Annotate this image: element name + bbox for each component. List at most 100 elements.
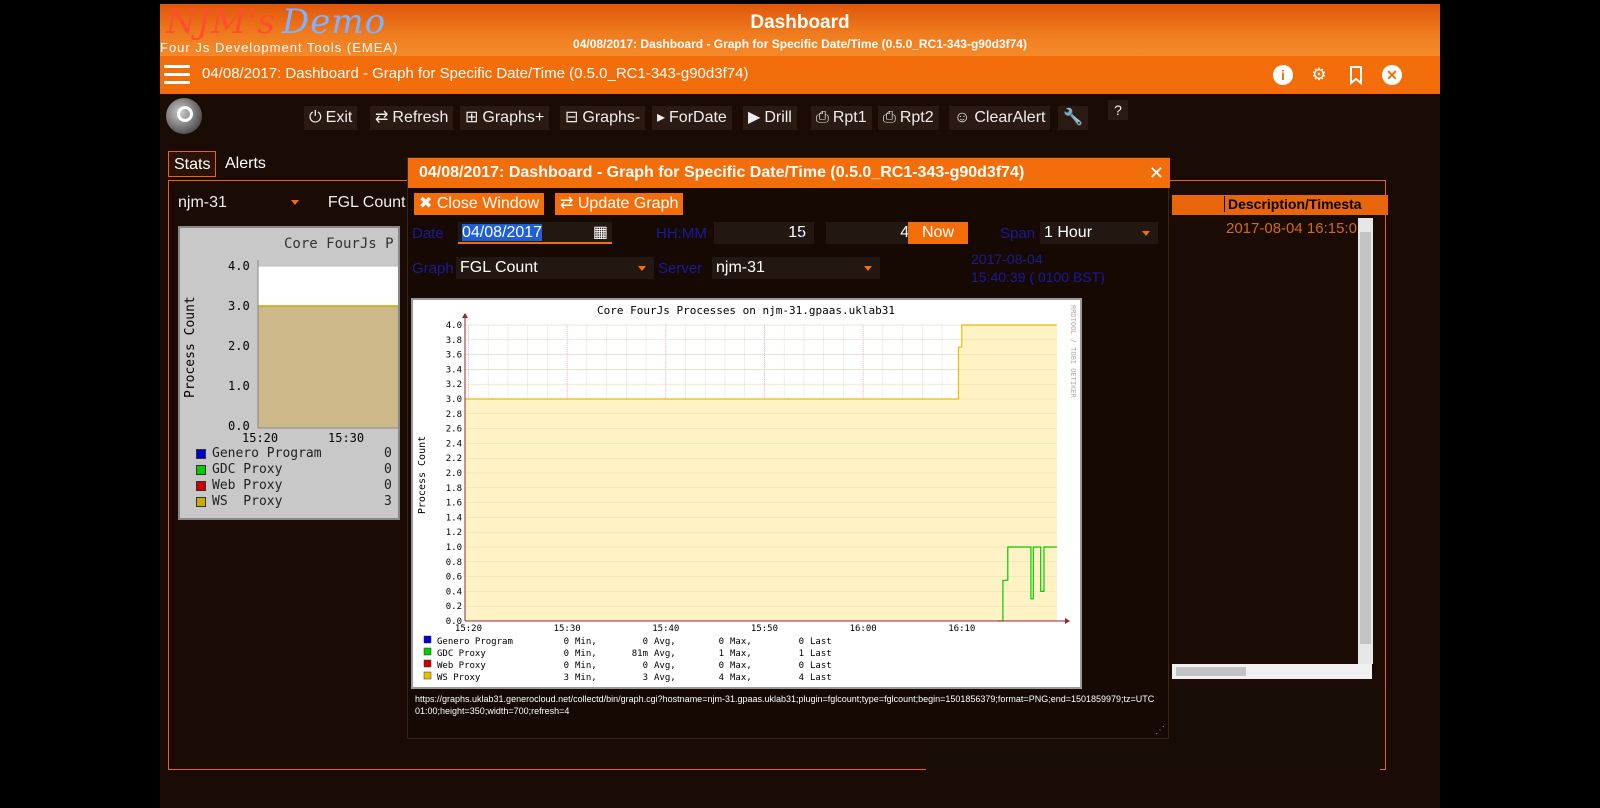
smile-icon: ☺ <box>954 109 971 126</box>
banner: NJM's Demo Four Js Development Tools (EME… <box>160 2 1440 56</box>
server-select[interactable]: njm-31 <box>712 257 880 279</box>
bg-xtick: 15:30 <box>328 431 364 445</box>
bg-ytick: 2.0 <box>228 339 250 353</box>
rpt2-button[interactable]: ⎙ Rpt2 <box>878 106 939 130</box>
graph-type-select[interactable]: FGL Count <box>328 194 406 211</box>
vertical-scrollbar[interactable] <box>1358 218 1373 664</box>
process-count-chart: 0.00.20.40.60.81.01.21.41.61.82.02.22.42… <box>417 304 1077 683</box>
graphs-plus-button[interactable]: ⊞ Graphs+ <box>460 106 550 130</box>
hour-input[interactable]: 15 <box>714 222 814 244</box>
x-tick-label: 16:00 <box>850 624 877 634</box>
bg-ytick: 1.0 <box>228 379 250 393</box>
x-icon: ✖ <box>419 195 437 212</box>
legend-swatch <box>423 647 432 656</box>
legend-swatch <box>196 496 206 507</box>
resize-handle-icon[interactable]: ⋰ <box>1155 725 1165 736</box>
legend-last: 4 <box>799 673 804 683</box>
legend-last-word: Last <box>810 661 832 671</box>
info-icon[interactable]: i <box>1273 65 1293 85</box>
y-tick-label: 0.8 <box>446 558 462 568</box>
dashboard-subtitle: 04/08/2017: Dashboard - Graph for Specif… <box>573 37 1027 51</box>
graph-url[interactable]: https://graphs.uklab31.generocloud.net/c… <box>415 693 1155 717</box>
wrench-icon[interactable]: 🔧 <box>1058 106 1088 130</box>
close-window-button[interactable]: ✖ Close Window <box>414 193 545 215</box>
legend-name: Web Proxy <box>437 661 486 671</box>
description-column-header[interactable]: Description/Timesta <box>1224 196 1362 212</box>
bg-legend-row: WS Proxy 3 <box>196 494 392 509</box>
legend-swatch <box>423 671 432 680</box>
exit-button[interactable]: ⏻ Exit <box>304 106 358 130</box>
legend-last-word: Last <box>810 649 832 659</box>
app-logo-icon <box>166 98 202 134</box>
printer-icon: ⎙ <box>816 109 829 126</box>
legend-swatch <box>196 448 206 459</box>
legend-max-word: Max, <box>730 649 752 659</box>
legend-last: 1 <box>799 649 804 659</box>
graphs-minus-button[interactable]: ⊟ Graphs- <box>560 106 646 130</box>
y-tick-label: 1.0 <box>446 543 462 553</box>
printer-icon: ⎙ <box>883 109 896 126</box>
arrows-icon: ⇄ <box>375 109 389 126</box>
legend-avg-word: Avg, <box>654 637 676 647</box>
tab-stats[interactable]: Stats <box>168 151 217 177</box>
power-icon: ⏻ <box>309 109 322 126</box>
legend-name: Genero Program <box>437 637 513 647</box>
hhmm-label: HH:MM <box>656 225 707 242</box>
modal-close-icon[interactable]: ✕ <box>1149 158 1164 188</box>
chevron-down-icon <box>864 266 872 271</box>
close-icon[interactable]: ✕ <box>1382 65 1402 85</box>
arrows-icon: ⇄ <box>560 195 578 212</box>
legend-min: 0 <box>564 649 569 659</box>
y-tick-label: 0.2 <box>446 602 462 612</box>
legend-avg: 81m <box>632 649 648 659</box>
bookmark-icon[interactable] <box>1346 65 1366 86</box>
bg-ylabel: Process Count <box>183 296 198 398</box>
tab-alerts[interactable]: Alerts <box>220 151 271 177</box>
legend-last: 0 <box>799 661 804 671</box>
server-select[interactable]: njm-31 FGL Count <box>178 194 405 212</box>
legend-swatch <box>196 480 206 491</box>
hamburger-menu-icon[interactable] <box>164 65 190 85</box>
minus-box-icon: ⊟ <box>565 109 579 126</box>
date-input[interactable]: 04/08/2017 ▦ <box>458 222 612 244</box>
refresh-button[interactable]: ⇄ Refresh <box>370 106 454 130</box>
bg-legend-row: Web Proxy 0 <box>196 478 392 493</box>
legend-swatch <box>196 464 206 475</box>
bg-legend-row: GDC Proxy 0 <box>196 462 392 477</box>
drill-button[interactable]: ▶ Drill <box>743 106 797 130</box>
rpt1-button[interactable]: ⎙ Rpt1 <box>811 106 872 130</box>
topbar-title: 04/08/2017: Dashboard - Graph for Specif… <box>202 65 749 82</box>
x-tick-label: 15:30 <box>554 624 581 634</box>
y-tick-label: 1.2 <box>446 528 462 538</box>
clearalert-button[interactable]: ☺ ClearAlert <box>949 106 1051 130</box>
gear-icon[interactable]: ⚙ <box>1309 65 1329 85</box>
y-tick-label: 0.6 <box>446 573 462 583</box>
fordate-button[interactable]: ▸ ForDate <box>652 106 732 130</box>
scroll-thumb[interactable] <box>1176 667 1246 676</box>
horizontal-scrollbar[interactable] <box>1172 664 1372 679</box>
legend-min-word: Min, <box>575 649 597 659</box>
span-select[interactable]: 1 Hour <box>1040 222 1158 244</box>
legend-max-word: Max, <box>730 637 752 647</box>
caret-right-icon: ▸ <box>657 109 666 126</box>
scroll-thumb[interactable] <box>1360 232 1371 644</box>
y-tick-label: 2.2 <box>446 454 462 464</box>
legend-last: 0 <box>799 637 804 647</box>
top-bar: 04/08/2017: Dashboard - Graph for Specif… <box>160 56 1440 94</box>
chevron-down-icon <box>638 266 646 271</box>
dashboard-title: Dashboard <box>750 12 850 33</box>
plus-box-icon: ⊞ <box>465 109 479 126</box>
legend-min: 3 <box>564 673 569 683</box>
graph-select[interactable]: FGL Count <box>456 257 654 279</box>
calendar-icon[interactable]: ▦ <box>593 222 608 244</box>
chevron-down-icon <box>1142 231 1150 236</box>
now-button[interactable]: Now <box>908 222 968 244</box>
help-button[interactable]: ? <box>1108 100 1128 120</box>
legend-max: 0 <box>719 637 724 647</box>
colon-label: : <box>800 225 805 242</box>
graph-image: 0.0 0.2 0.4 0.6 0.8 1.0 1.2 1.4 1.6 1.8 2.0 2.2 2.4 2… <box>411 298 1082 689</box>
span-label: Span <box>1000 225 1036 242</box>
update-graph-button[interactable]: ⇄ Update Graph <box>555 193 684 215</box>
y-tick-label: 1.4 <box>446 513 462 523</box>
y-tick-label: 1.6 <box>446 499 462 509</box>
